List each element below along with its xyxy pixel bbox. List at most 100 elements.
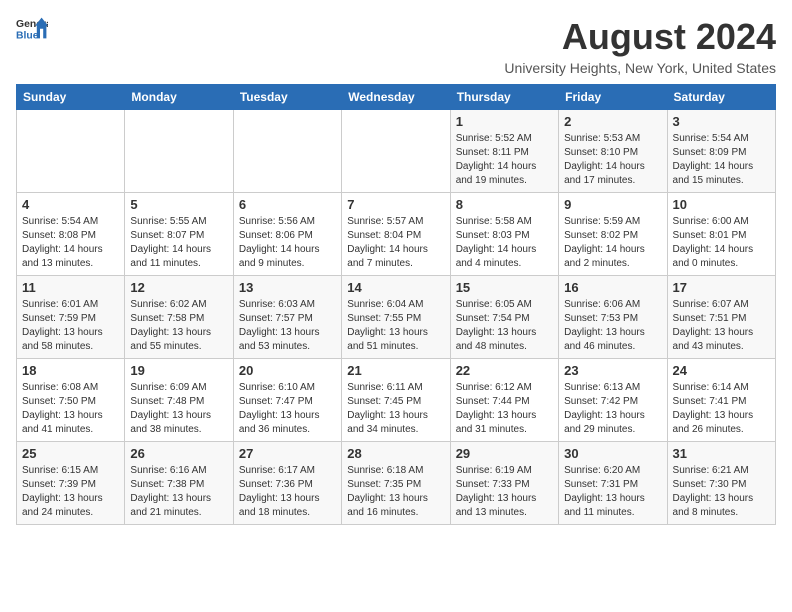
day-info: Sunrise: 5:57 AM Sunset: 8:04 PM Dayligh…: [347, 215, 444, 271]
header-saturday: Saturday: [667, 85, 775, 110]
day-info: Sunrise: 6:17 AM Sunset: 7:36 PM Dayligh…: [239, 464, 336, 520]
day-number: 3: [673, 114, 770, 129]
day-info: Sunrise: 6:08 AM Sunset: 7:50 PM Dayligh…: [22, 381, 119, 437]
calendar-cell: 28 Sunrise: 6:18 AM Sunset: 7:35 PM Dayli…: [342, 442, 450, 525]
calendar-cell: 17Sunrise: 6:07 AM Sunset: 7:51 PM Dayli…: [667, 276, 775, 359]
day-info: Sunrise: 6:14 AM Sunset: 7:41 PM Dayligh…: [673, 381, 770, 437]
calendar-cell: 24Sunrise: 6:14 AM Sunset: 7:41 PM Dayli…: [667, 359, 775, 442]
calendar-cell: [125, 110, 233, 193]
day-info: Sunrise: 5:58 AM Sunset: 8:03 PM Dayligh…: [456, 215, 553, 271]
month-year-title: August 2024: [504, 16, 776, 58]
calendar-cell: 21 Sunrise: 6:11 AM Sunset: 7:45 PM Dayli…: [342, 359, 450, 442]
day-info: Sunrise: 5:54 AM Sunset: 8:08 PM Dayligh…: [22, 215, 119, 271]
day-number: 13: [239, 280, 336, 295]
day-info: Sunrise: 6:12 AM Sunset: 7:44 PM Dayligh…: [456, 381, 553, 437]
day-number: 28: [347, 446, 444, 461]
calendar-cell: 23Sunrise: 6:13 AM Sunset: 7:42 PM Dayli…: [559, 359, 667, 442]
day-info: Sunrise: 6:01 AM Sunset: 7:59 PM Dayligh…: [22, 298, 119, 354]
day-number: 22: [456, 363, 553, 378]
calendar-cell: 30 Sunrise: 6:20 AM Sunset: 7:31 PM Dayli…: [559, 442, 667, 525]
day-number: 11: [22, 280, 119, 295]
calendar-week-row: 25 Sunrise: 6:15 AM Sunset: 7:39 PM Dayli…: [17, 442, 776, 525]
calendar-cell: [233, 110, 341, 193]
location-subtitle: University Heights, New York, United Sta…: [504, 60, 776, 76]
day-number: 25: [22, 446, 119, 461]
calendar-cell: 14 Sunrise: 6:04 AM Sunset: 7:55 PM Dayli…: [342, 276, 450, 359]
day-number: 18: [22, 363, 119, 378]
day-info: Sunrise: 6:10 AM Sunset: 7:47 PM Dayligh…: [239, 381, 336, 437]
day-number: 20: [239, 363, 336, 378]
day-info: Sunrise: 6:18 AM Sunset: 7:35 PM Dayligh…: [347, 464, 444, 520]
day-info: Sunrise: 6:21 AM Sunset: 7:30 PM Dayligh…: [673, 464, 770, 520]
calendar-cell: 11 Sunrise: 6:01 AM Sunset: 7:59 PM Dayli…: [17, 276, 125, 359]
calendar-cell: 15 Sunrise: 6:05 AM Sunset: 7:54 PM Dayli…: [450, 276, 558, 359]
calendar-cell: 7 Sunrise: 5:57 AM Sunset: 8:04 PM Daylig…: [342, 193, 450, 276]
day-number: 14: [347, 280, 444, 295]
calendar-cell: 13Sunrise: 6:03 AM Sunset: 7:57 PM Dayli…: [233, 276, 341, 359]
calendar-cell: 29Sunrise: 6:19 AM Sunset: 7:33 PM Dayli…: [450, 442, 558, 525]
day-info: Sunrise: 6:02 AM Sunset: 7:58 PM Dayligh…: [130, 298, 227, 354]
header-sunday: Sunday: [17, 85, 125, 110]
header-monday: Monday: [125, 85, 233, 110]
header-wednesday: Wednesday: [342, 85, 450, 110]
day-info: Sunrise: 6:11 AM Sunset: 7:45 PM Dayligh…: [347, 381, 444, 437]
calendar-table: SundayMondayTuesdayWednesdayThursdayFrid…: [16, 84, 776, 525]
day-info: Sunrise: 6:00 AM Sunset: 8:01 PM Dayligh…: [673, 215, 770, 271]
day-number: 4: [22, 197, 119, 212]
day-number: 10: [673, 197, 770, 212]
day-info: Sunrise: 6:09 AM Sunset: 7:48 PM Dayligh…: [130, 381, 227, 437]
day-info: Sunrise: 5:56 AM Sunset: 8:06 PM Dayligh…: [239, 215, 336, 271]
calendar-week-row: 11 Sunrise: 6:01 AM Sunset: 7:59 PM Dayli…: [17, 276, 776, 359]
calendar-cell: 8 Sunrise: 5:58 AM Sunset: 8:03 PM Daylig…: [450, 193, 558, 276]
day-number: 30: [564, 446, 661, 461]
calendar-header-row: SundayMondayTuesdayWednesdayThursdayFrid…: [17, 85, 776, 110]
day-number: 31: [673, 446, 770, 461]
calendar-cell: 18 Sunrise: 6:08 AM Sunset: 7:50 PM Dayli…: [17, 359, 125, 442]
calendar-cell: 12 Sunrise: 6:02 AM Sunset: 7:58 PM Dayli…: [125, 276, 233, 359]
calendar-week-row: 4 Sunrise: 5:54 AM Sunset: 8:08 PM Daylig…: [17, 193, 776, 276]
day-info: Sunrise: 6:07 AM Sunset: 7:51 PM Dayligh…: [673, 298, 770, 354]
calendar-cell: [17, 110, 125, 193]
day-number: 15: [456, 280, 553, 295]
calendar-cell: 19 Sunrise: 6:09 AM Sunset: 7:48 PM Dayli…: [125, 359, 233, 442]
day-info: Sunrise: 5:53 AM Sunset: 8:10 PM Dayligh…: [564, 132, 661, 188]
calendar-cell: 20 Sunrise: 6:10 AM Sunset: 7:47 PM Dayli…: [233, 359, 341, 442]
header-tuesday: Tuesday: [233, 85, 341, 110]
day-info: Sunrise: 5:54 AM Sunset: 8:09 PM Dayligh…: [673, 132, 770, 188]
day-info: Sunrise: 5:59 AM Sunset: 8:02 PM Dayligh…: [564, 215, 661, 271]
day-info: Sunrise: 6:15 AM Sunset: 7:39 PM Dayligh…: [22, 464, 119, 520]
day-number: 1: [456, 114, 553, 129]
header-thursday: Thursday: [450, 85, 558, 110]
calendar-cell: 31 Sunrise: 6:21 AM Sunset: 7:30 PM Dayli…: [667, 442, 775, 525]
calendar-cell: 10 Sunrise: 6:00 AM Sunset: 8:01 PM Dayli…: [667, 193, 775, 276]
calendar-cell: 4 Sunrise: 5:54 AM Sunset: 8:08 PM Daylig…: [17, 193, 125, 276]
day-number: 19: [130, 363, 227, 378]
calendar-cell: 5Sunrise: 5:55 AM Sunset: 8:07 PM Daylig…: [125, 193, 233, 276]
calendar-cell: 26Sunrise: 6:16 AM Sunset: 7:38 PM Dayli…: [125, 442, 233, 525]
svg-text:Blue: Blue: [16, 30, 39, 41]
day-number: 16: [564, 280, 661, 295]
day-number: 27: [239, 446, 336, 461]
title-block: August 2024 University Heights, New York…: [504, 16, 776, 76]
calendar-cell: 27 Sunrise: 6:17 AM Sunset: 7:36 PM Dayli…: [233, 442, 341, 525]
calendar-cell: 25 Sunrise: 6:15 AM Sunset: 7:39 PM Dayli…: [17, 442, 125, 525]
day-number: 7: [347, 197, 444, 212]
calendar-cell: 6Sunrise: 5:56 AM Sunset: 8:06 PM Daylig…: [233, 193, 341, 276]
page-header: General Blue August 2024 University Heig…: [16, 16, 776, 76]
calendar-cell: 3 Sunrise: 5:54 AM Sunset: 8:09 PM Daylig…: [667, 110, 775, 193]
logo: General Blue: [16, 16, 48, 44]
calendar-week-row: 1Sunrise: 5:52 AM Sunset: 8:11 PM Daylig…: [17, 110, 776, 193]
day-info: Sunrise: 6:20 AM Sunset: 7:31 PM Dayligh…: [564, 464, 661, 520]
day-info: Sunrise: 6:05 AM Sunset: 7:54 PM Dayligh…: [456, 298, 553, 354]
day-info: Sunrise: 6:13 AM Sunset: 7:42 PM Dayligh…: [564, 381, 661, 437]
day-number: 8: [456, 197, 553, 212]
header-friday: Friday: [559, 85, 667, 110]
calendar-cell: 22 Sunrise: 6:12 AM Sunset: 7:44 PM Dayli…: [450, 359, 558, 442]
day-number: 12: [130, 280, 227, 295]
day-number: 5: [130, 197, 227, 212]
day-number: 21: [347, 363, 444, 378]
day-info: Sunrise: 6:16 AM Sunset: 7:38 PM Dayligh…: [130, 464, 227, 520]
day-info: Sunrise: 6:04 AM Sunset: 7:55 PM Dayligh…: [347, 298, 444, 354]
logo-icon: General Blue: [16, 16, 48, 44]
calendar-cell: 9Sunrise: 5:59 AM Sunset: 8:02 PM Daylig…: [559, 193, 667, 276]
